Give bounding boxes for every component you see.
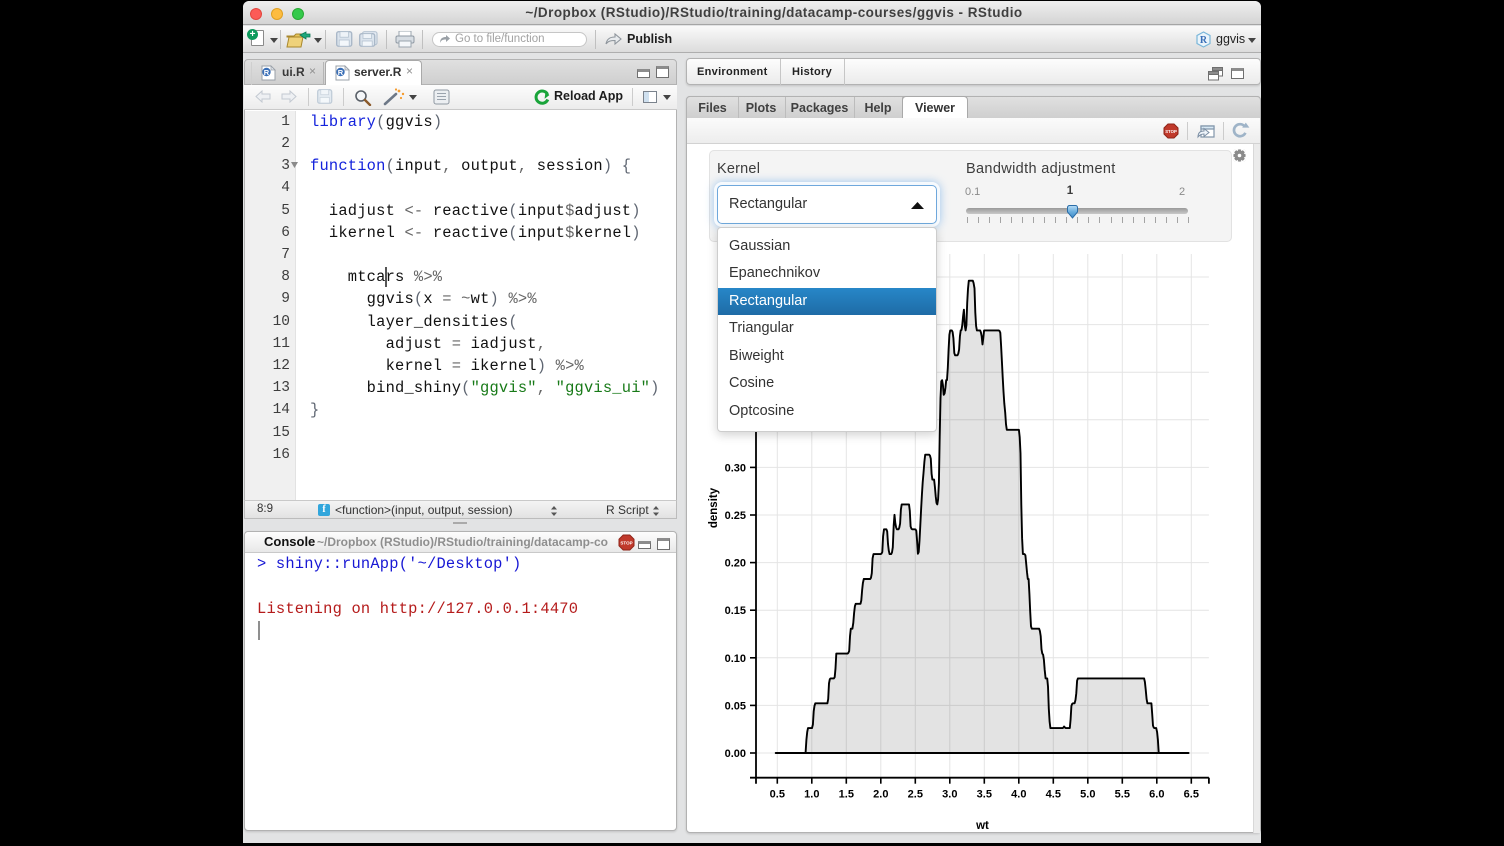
svg-text:0.05: 0.05 bbox=[725, 700, 746, 712]
svg-text:STOP: STOP bbox=[1165, 129, 1177, 134]
svg-text:4.0: 4.0 bbox=[1011, 789, 1026, 801]
svg-text:STOP: STOP bbox=[620, 541, 632, 546]
svg-text:4.5: 4.5 bbox=[1046, 789, 1061, 801]
svg-text:3.0: 3.0 bbox=[942, 789, 957, 801]
svg-text:1.0: 1.0 bbox=[804, 789, 819, 801]
svg-text:R: R bbox=[1200, 35, 1208, 46]
svg-text:R: R bbox=[264, 68, 270, 77]
svg-text:R: R bbox=[338, 68, 344, 77]
svg-text:0.20: 0.20 bbox=[725, 558, 746, 570]
svg-text:2.0: 2.0 bbox=[873, 789, 888, 801]
svg-text:0.5: 0.5 bbox=[770, 789, 785, 801]
svg-text:6.0: 6.0 bbox=[1149, 789, 1164, 801]
svg-text:6.5: 6.5 bbox=[1184, 789, 1199, 801]
svg-text:5.0: 5.0 bbox=[1080, 789, 1095, 801]
svg-text:0.15: 0.15 bbox=[725, 605, 746, 617]
svg-text:wt: wt bbox=[975, 820, 989, 832]
svg-text:2.5: 2.5 bbox=[908, 789, 923, 801]
svg-text:5.5: 5.5 bbox=[1115, 789, 1130, 801]
svg-text:0.10: 0.10 bbox=[725, 653, 746, 665]
svg-text:3.5: 3.5 bbox=[977, 789, 992, 801]
svg-text:0.00: 0.00 bbox=[725, 748, 746, 760]
svg-text:density: density bbox=[708, 487, 720, 528]
svg-text:1.5: 1.5 bbox=[839, 789, 854, 801]
svg-text:0.25: 0.25 bbox=[725, 510, 746, 522]
svg-text:0.30: 0.30 bbox=[725, 462, 746, 474]
